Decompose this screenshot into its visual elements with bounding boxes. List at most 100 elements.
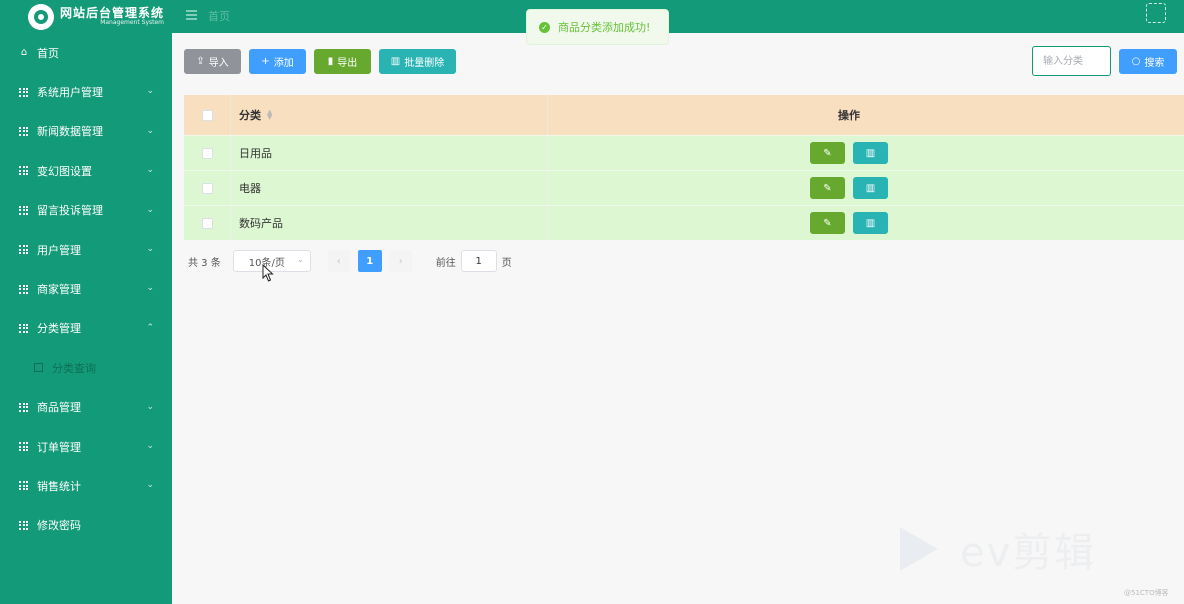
- chevron-down-icon: ⌄: [146, 440, 154, 451]
- chevron-down-icon: ⌄: [146, 165, 154, 176]
- search-button[interactable]: ○ 搜索: [1119, 49, 1177, 74]
- edit-icon: ✎: [823, 182, 832, 194]
- breadcrumb[interactable]: 首页: [208, 8, 230, 24]
- sidebar-item-label: 订单管理: [37, 440, 81, 454]
- sidebar-item-sales-stats[interactable]: 销售统计 ⌄: [0, 466, 172, 505]
- goto-page-input[interactable]: 1: [460, 250, 497, 272]
- add-button[interactable]: + 添加: [249, 49, 306, 74]
- sidebar-item-home[interactable]: ⌂ 首页: [0, 33, 172, 72]
- sidebar-item-label: 首页: [37, 46, 59, 60]
- chevron-down-icon: ⌄: [146, 401, 154, 412]
- import-button[interactable]: ⇪ 导入: [184, 49, 241, 74]
- chevron-down-icon: ⌄: [146, 204, 154, 215]
- sidebar-item-products[interactable]: 商品管理 ⌄: [0, 388, 172, 427]
- table-row: 日用品 ✎ ▥: [184, 135, 1184, 170]
- watermark: ev剪辑: [900, 520, 1096, 578]
- edit-button[interactable]: ✎: [810, 177, 845, 199]
- grid-icon: [19, 323, 28, 333]
- grid-icon: [19, 481, 28, 491]
- prev-page-button[interactable]: ‹: [327, 250, 350, 272]
- document-icon: [34, 363, 43, 373]
- trash-icon: ▥: [865, 217, 876, 229]
- column-header-category[interactable]: 分类 ▲ ▼: [231, 95, 548, 135]
- category-cell: 数码产品: [231, 206, 548, 240]
- delete-button[interactable]: ▥: [853, 212, 888, 234]
- brand-logo-icon: [28, 3, 54, 30]
- search-input[interactable]: [1032, 46, 1111, 76]
- plus-icon: +: [261, 56, 270, 67]
- menu-toggle-icon[interactable]: [186, 10, 197, 20]
- grid-icon: [19, 245, 28, 255]
- sidebar-subitem-label: 分类查询: [52, 361, 96, 375]
- grid-icon: [19, 520, 28, 530]
- sidebar-item-categories[interactable]: 分类管理 ⌃: [0, 309, 172, 348]
- trash-icon: ▥: [865, 147, 876, 159]
- delete-button[interactable]: ▥: [853, 177, 888, 199]
- category-cell: 电器: [231, 171, 548, 205]
- select-all-checkbox[interactable]: [201, 109, 213, 121]
- sidebar-item-label: 修改密码: [37, 519, 81, 533]
- sidebar-item-orders[interactable]: 订单管理 ⌄: [0, 427, 172, 466]
- sidebar-item-label: 新闻数据管理: [37, 125, 103, 139]
- bar-chart-icon: ▮: [327, 56, 334, 67]
- home-icon: ⌂: [20, 47, 28, 59]
- chevron-down-icon: ⌄: [297, 255, 304, 264]
- page-number-button[interactable]: 1: [357, 250, 382, 272]
- trash-icon: ▥: [865, 182, 876, 194]
- sidebar-item-label: 销售统计: [37, 479, 81, 493]
- grid-icon: [19, 205, 28, 215]
- grid-icon: [19, 284, 28, 294]
- watermark-text: ev剪辑: [960, 530, 1097, 576]
- mouse-cursor-icon: [262, 264, 274, 282]
- chevron-down-icon: ⌄: [146, 283, 154, 294]
- edit-button[interactable]: ✎: [810, 212, 845, 234]
- fullscreen-icon[interactable]: [1146, 3, 1166, 23]
- sidebar: ⌂ 首页 系统用户管理 ⌄ 新闻数据管理 ⌄ 变幻图设置 ⌄ 留言投诉管理 ⌄ …: [0, 33, 172, 604]
- column-header-actions: 操作: [838, 109, 860, 122]
- row-checkbox[interactable]: [201, 147, 213, 159]
- total-count: 共 3 条: [188, 257, 221, 269]
- sidebar-item-feedback[interactable]: 留言投诉管理 ⌄: [0, 191, 172, 230]
- sidebar-item-merchants[interactable]: 商家管理 ⌄: [0, 269, 172, 308]
- sidebar-item-label: 商家管理: [37, 283, 81, 297]
- grid-icon: [19, 442, 28, 452]
- category-cell: 日用品: [231, 136, 548, 170]
- toast-message: 商品分类添加成功!: [558, 21, 651, 34]
- chevron-right-icon: ›: [398, 255, 403, 267]
- edit-icon: ✎: [823, 147, 832, 159]
- sort-icon[interactable]: ▲ ▼: [267, 109, 272, 121]
- sidebar-item-label: 用户管理: [37, 243, 81, 257]
- sidebar-item-label: 留言投诉管理: [37, 204, 103, 218]
- category-table: 分类 ▲ ▼ 操作 日用品 ✎ ▥ 电器 ✎ ▥ 数码产品 ✎ ▥: [184, 95, 1184, 240]
- table-row: 电器 ✎ ▥: [184, 170, 1184, 205]
- table-row: 数码产品 ✎ ▥: [184, 205, 1184, 240]
- sidebar-item-news[interactable]: 新闻数据管理 ⌄: [0, 112, 172, 151]
- edit-button[interactable]: ✎: [810, 142, 845, 164]
- next-page-button[interactable]: ›: [389, 250, 412, 272]
- chevron-down-icon: ⌄: [146, 125, 154, 136]
- batch-delete-button[interactable]: ▥ 批量删除: [379, 49, 456, 74]
- sidebar-item-label: 系统用户管理: [37, 86, 103, 100]
- grid-icon: [19, 402, 28, 412]
- grid-icon: [19, 126, 28, 136]
- sidebar-item-system-users[interactable]: 系统用户管理 ⌄: [0, 72, 172, 111]
- row-checkbox[interactable]: [201, 217, 213, 229]
- sidebar-item-label: 变幻图设置: [37, 164, 92, 178]
- table-header: 分类 ▲ ▼ 操作: [184, 95, 1184, 135]
- sidebar-item-label: 商品管理: [37, 401, 81, 415]
- edit-icon: ✎: [823, 217, 832, 229]
- brand: 网站后台管理系统 Management System: [0, 0, 172, 33]
- sidebar-item-change-password[interactable]: 修改密码: [0, 506, 172, 545]
- chevron-left-icon: ‹: [336, 255, 341, 267]
- upload-icon: ⇪: [196, 56, 205, 67]
- check-circle-icon: ✓: [539, 21, 550, 33]
- row-checkbox[interactable]: [201, 182, 213, 194]
- chevron-down-icon: ⌄: [146, 480, 154, 491]
- export-button[interactable]: ▮ 导出: [314, 49, 371, 74]
- sidebar-subitem-category-query[interactable]: 分类查询: [0, 348, 172, 387]
- delete-button[interactable]: ▥: [853, 142, 888, 164]
- sidebar-item-carousel[interactable]: 变幻图设置 ⌄: [0, 151, 172, 190]
- chevron-down-icon: ⌄: [146, 86, 154, 97]
- chevron-up-icon: ⌃: [146, 322, 154, 333]
- sidebar-item-users[interactable]: 用户管理 ⌄: [0, 230, 172, 269]
